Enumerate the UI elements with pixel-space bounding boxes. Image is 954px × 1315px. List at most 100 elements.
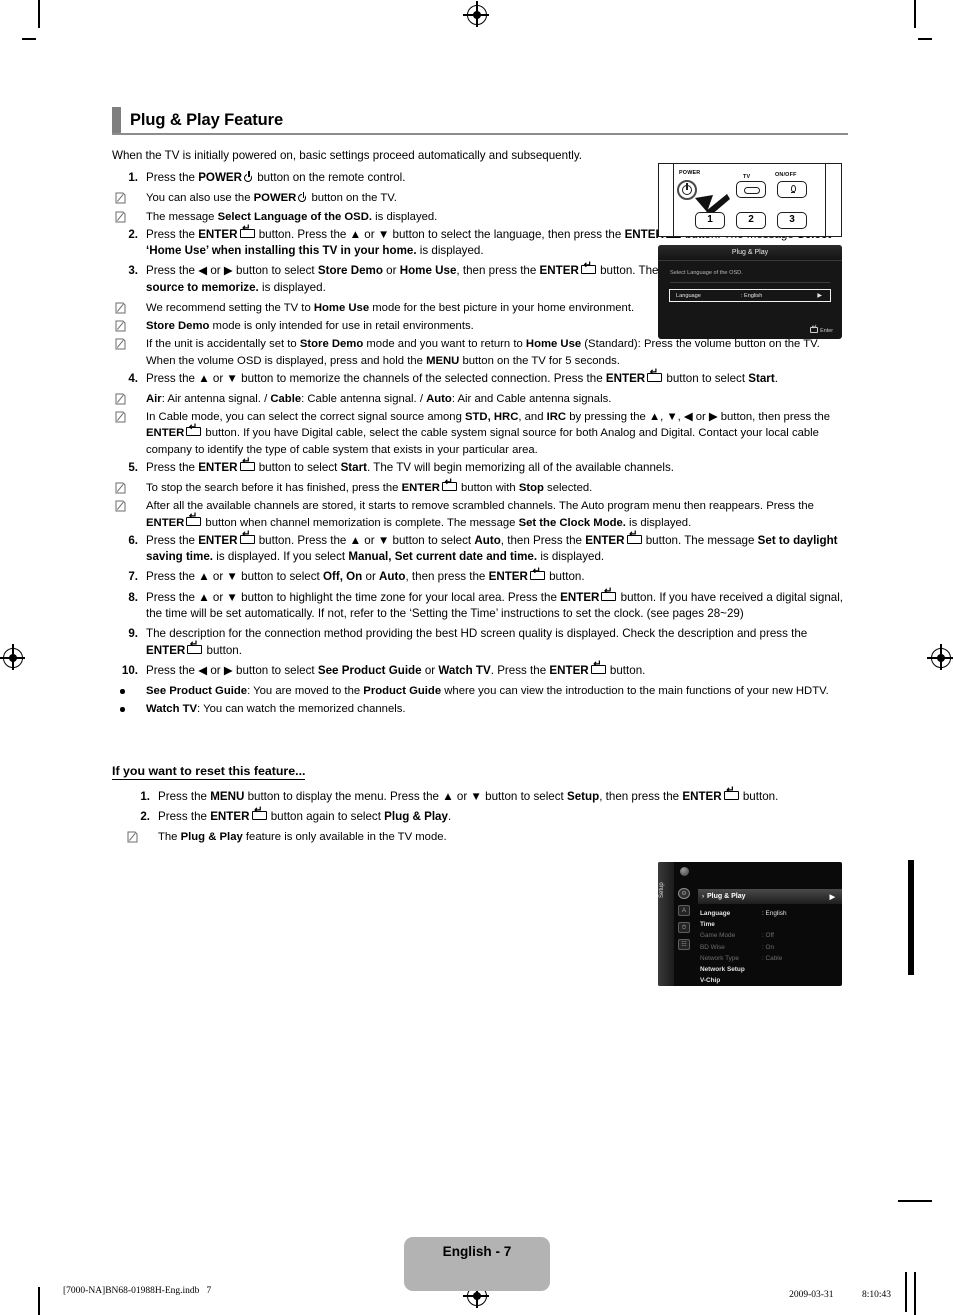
step-item: 5. Press the ENTER button to select Start… <box>112 457 848 476</box>
step-item: 8. Press the ▲ or ▼ button to highlight t… <box>112 587 848 623</box>
footer-timestamp: 2009-03-31 8:10:43 <box>789 1290 891 1300</box>
note-item: After all the available channels are sto… <box>112 498 848 530</box>
step-item: 6. Press the ENTER button. Press the ▲ or… <box>112 530 848 566</box>
bullet-text: Watch TV: You can watch the memorized ch… <box>146 703 406 716</box>
step-number: 4. <box>128 371 138 385</box>
osd-menu-item-label: V-Chip <box>700 977 721 985</box>
crop-mark-top-right-h <box>918 38 932 40</box>
osd-language-label: Language <box>676 292 701 299</box>
osd-menu-item-value: : Off <box>762 932 774 940</box>
note-item: In Cable mode, you can select the correc… <box>112 409 848 458</box>
note-text: Store Demo mode is only intended for use… <box>146 320 474 333</box>
osd-menu-item[interactable]: BD Wise: On <box>700 942 838 953</box>
osd-divider <box>670 282 830 283</box>
page-number-badge: English - 7 <box>404 1237 550 1291</box>
bullet-dot-icon <box>120 707 125 712</box>
note-item: Air: Air antenna signal. / Cable: Cable … <box>112 391 848 407</box>
osd-setup-rail: Setup <box>658 862 674 986</box>
figure-osd-setup-menu: Setup ⚙ A ⏱ ☷ › Plug & Play ▶ Language : … <box>658 862 842 986</box>
osd-menu-item[interactable]: Network Setup <box>700 964 838 975</box>
osd-menu-item-value <box>762 964 812 975</box>
osd-menu-item[interactable]: Network Type: Cable <box>700 953 838 964</box>
clock-icon: ⏱ <box>678 922 690 933</box>
reset-section-title: If you want to reset this feature... <box>112 763 306 780</box>
step-item: 1. Press the MENU button to display the m… <box>112 786 848 805</box>
step-text: The description for the connection metho… <box>146 626 848 659</box>
osd-menu-item-value: : Cable <box>762 954 783 962</box>
note-text: You can also use the POWER button on the… <box>146 191 397 205</box>
note-item: To stop the search before it has finishe… <box>112 478 848 496</box>
step-text: Press the ◀ or ▶ button to select See Pr… <box>146 660 848 679</box>
gear-icon: ⚙ <box>678 888 690 899</box>
footer-file-info: [7000-NA]BN68-01988H-Eng.indb 7 <box>63 1286 212 1296</box>
step-text: Press the MENU button to display the men… <box>158 786 848 805</box>
step-item: 9. The description for the connection met… <box>112 626 848 659</box>
section-accent-bar <box>112 107 121 133</box>
osd-menu-item[interactable]: Time <box>700 919 838 930</box>
remote-onoff-button[interactable] <box>777 181 807 198</box>
osd-menu-item-value: : English <box>762 910 787 917</box>
step-text: Press the ▲ or ▼ button to memorize the … <box>146 368 848 387</box>
note-memo-icon <box>115 211 126 223</box>
step-number: 8. <box>128 590 138 604</box>
note-memo-icon <box>127 831 138 843</box>
step-number: 5. <box>128 460 138 474</box>
note-text: The Plug & Play feature is only availabl… <box>158 831 447 844</box>
note-text: The message Select Language of the OSD. … <box>146 210 438 223</box>
osd-menu-item-value: : On <box>762 943 775 951</box>
osd-menu-item[interactable]: Language : English <box>700 908 838 919</box>
note-text: After all the available channels are sto… <box>146 500 814 528</box>
remote-edge-right <box>825 164 826 236</box>
remote-number-2[interactable]: 2 <box>736 212 766 229</box>
bullet-item: See Product Guide: You are moved to the … <box>112 683 848 699</box>
note-memo-icon <box>115 320 126 332</box>
note-text: If the unit is accidentally set to Store… <box>146 338 820 367</box>
registration-mark-top <box>463 1 489 27</box>
step-text: Press the ENTER button again to select P… <box>158 806 848 825</box>
step-number: 7. <box>128 570 138 584</box>
note-memo-icon <box>115 302 126 314</box>
section-header: Plug & Play Feature <box>112 103 848 135</box>
osd-message: Select Language of the OSD. <box>670 270 743 276</box>
figure-remote-control: POWER TV ON/OFF 1 2 3 <box>658 163 842 237</box>
note-memo-icon <box>115 393 126 405</box>
step-number: 1. <box>140 789 150 803</box>
chevron-right-icon: ▶ <box>817 293 822 299</box>
osd-selected-item-label: Plug & Play <box>707 893 746 900</box>
network-icon: ☷ <box>678 939 690 950</box>
remote-edge-left <box>673 164 674 236</box>
crop-mark-top-left-h <box>22 38 36 40</box>
registration-mark-left <box>0 644 25 670</box>
osd-menu-item[interactable]: Game Mode: Off <box>700 930 838 941</box>
note-text: We recommend setting the TV to Home Use … <box>146 301 635 314</box>
remote-onoff-label: ON/OFF <box>775 172 797 178</box>
bullet-text: See Product Guide: You are moved to the … <box>146 685 829 698</box>
crop-mark-top-left-v <box>38 0 40 28</box>
step-text: Press the ENTER button. Press the ▲ or ▼… <box>146 530 848 566</box>
osd-language-row[interactable]: Language : English ▶ <box>669 289 831 302</box>
step-number: 10. <box>121 663 138 677</box>
osd-menu-item-label: Network Setup <box>700 966 745 974</box>
crop-mark-bottom-right-v <box>914 1272 916 1315</box>
caret-icon: › <box>702 893 704 900</box>
figure-osd-plug-play: Plug & Play Select Language of the OSD. … <box>658 245 842 339</box>
remote-number-1[interactable]: 1 <box>695 212 725 229</box>
note-text: To stop the search before it has finishe… <box>146 478 592 494</box>
registration-mark-right <box>927 644 953 670</box>
osd-menu-item[interactable]: V-Chip <box>700 975 838 986</box>
bullet-item: Watch TV: You can watch the memorized ch… <box>112 701 848 717</box>
osd-menu-item-value <box>762 975 812 986</box>
step-number: 6. <box>128 533 138 547</box>
reset-feature-section: If you want to reset this feature... 1. P… <box>112 762 848 846</box>
osd-menu-item-value <box>762 919 812 930</box>
osd-language-value: : English <box>740 292 763 299</box>
osd-enter-hint: Enter <box>810 324 833 334</box>
remote-tv-label: TV <box>743 174 751 180</box>
step-number: 2. <box>140 809 150 823</box>
osd-menu-item-label: Language <box>700 910 731 917</box>
osd-menu-icon-column: ⚙ A ⏱ ☷ <box>678 868 698 956</box>
remote-number-3[interactable]: 3 <box>777 212 807 229</box>
note-item: If the unit is accidentally set to Store… <box>112 336 848 368</box>
step-sublist: See Product Guide: You are moved to the … <box>112 683 848 717</box>
osd-selected-item-plug-play[interactable]: › Plug & Play ▶ <box>698 889 842 904</box>
